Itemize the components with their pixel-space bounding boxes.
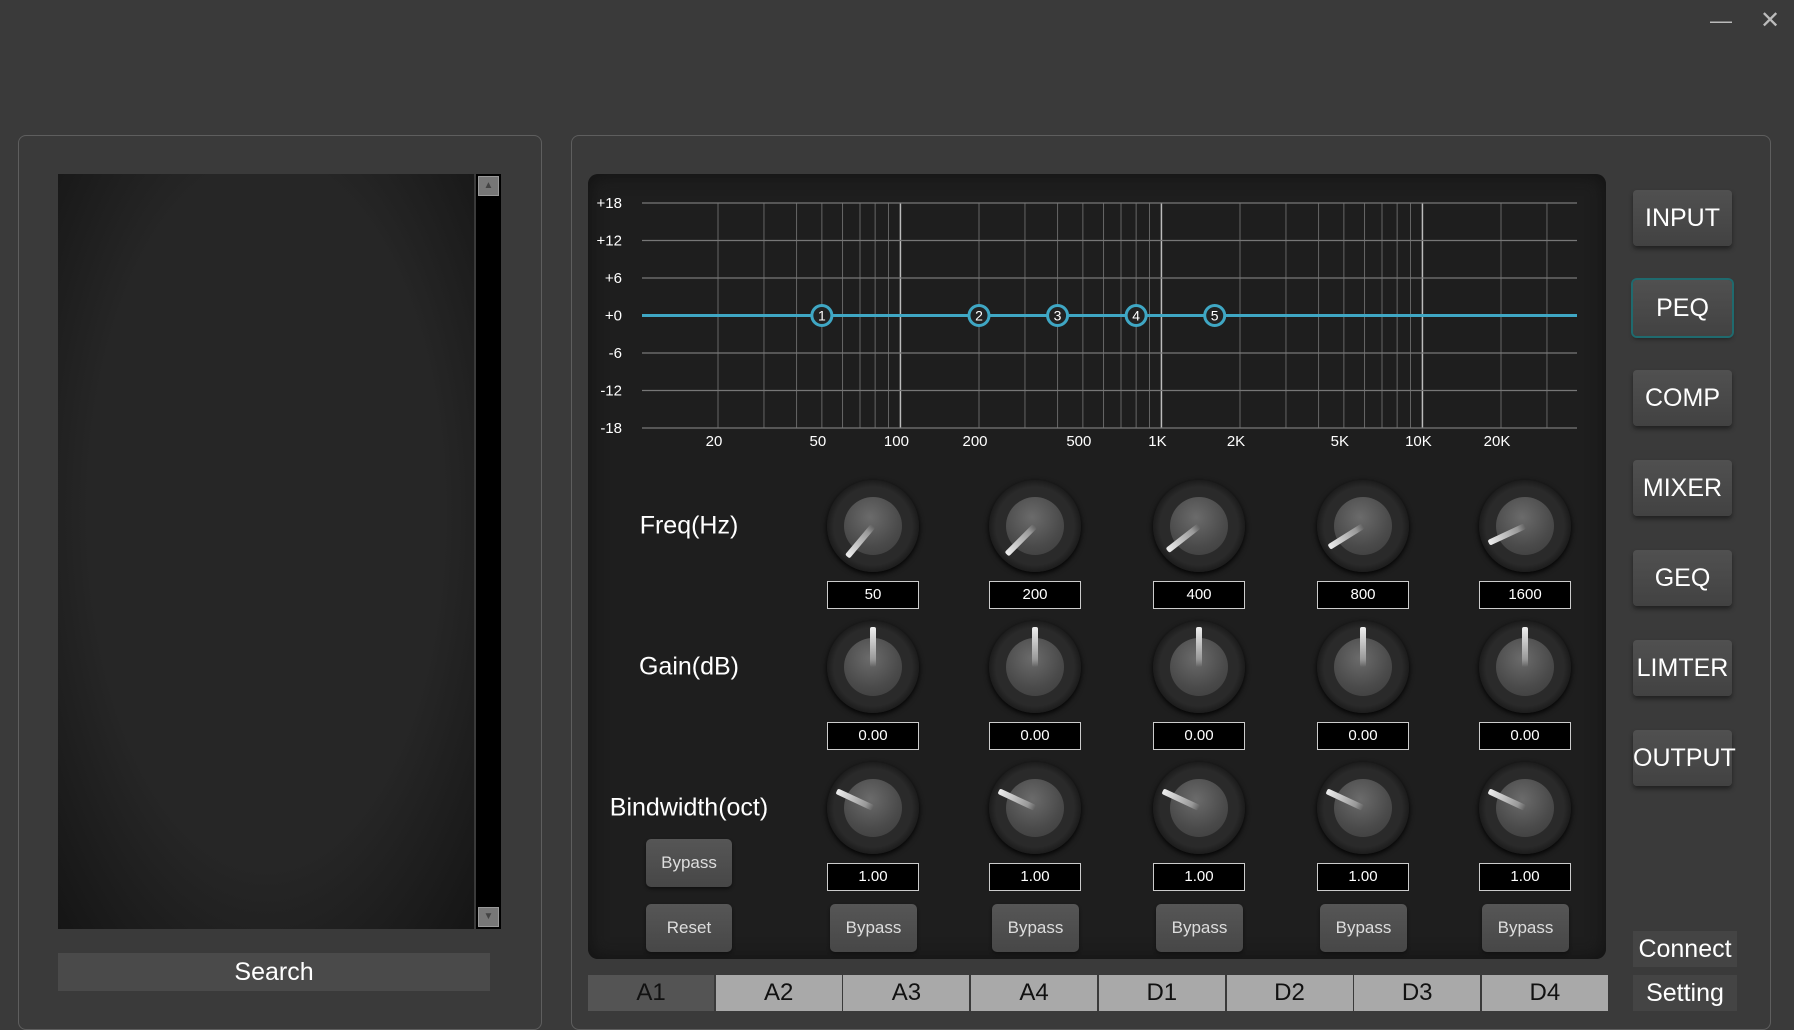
band-point-label: 2 bbox=[975, 308, 983, 324]
knob-cap bbox=[1496, 779, 1554, 837]
gain-knob[interactable] bbox=[827, 621, 919, 713]
x-tick-label: 2K bbox=[1227, 433, 1245, 450]
x-tick-label: 500 bbox=[1066, 433, 1091, 450]
freq-knob[interactable] bbox=[1153, 480, 1245, 572]
nav-geq-button[interactable]: GEQ bbox=[1633, 550, 1732, 606]
knob-cap bbox=[1170, 779, 1228, 837]
channel-tab-a2[interactable]: A2 bbox=[715, 975, 842, 1011]
channel-tab-d3[interactable]: D3 bbox=[1354, 975, 1481, 1011]
bw-value-field[interactable]: 1.00 bbox=[989, 863, 1081, 891]
nav-output-button[interactable]: OUTPUT bbox=[1633, 730, 1736, 786]
freq-value-field[interactable]: 800 bbox=[1317, 581, 1409, 609]
nav-comp-button[interactable]: COMP bbox=[1633, 370, 1732, 426]
setting-button[interactable]: Setting bbox=[1633, 975, 1737, 1011]
nav-mixer-button[interactable]: MIXER bbox=[1633, 460, 1732, 516]
freq-value-field[interactable]: 50 bbox=[827, 581, 919, 609]
freq-value-field[interactable]: 400 bbox=[1153, 581, 1245, 609]
gain-value-field[interactable]: 0.00 bbox=[1153, 722, 1245, 750]
freq-label: Freq(Hz) bbox=[639, 511, 739, 540]
bandwidth-knob[interactable] bbox=[1479, 762, 1571, 854]
freq-knob[interactable] bbox=[827, 480, 919, 572]
band-point-label: 3 bbox=[1054, 308, 1062, 324]
freq-knob[interactable] bbox=[1317, 480, 1409, 572]
knob-pointer bbox=[1196, 627, 1202, 667]
y-tick-label: -6 bbox=[609, 345, 622, 362]
bandwidth-knob[interactable] bbox=[989, 762, 1081, 854]
x-tick-label: 1K bbox=[1148, 433, 1166, 450]
bw-value-field[interactable]: 1.00 bbox=[1317, 863, 1409, 891]
y-tick-label: +6 bbox=[605, 270, 622, 287]
scroll-down-icon[interactable]: ▼ bbox=[478, 907, 499, 927]
x-tick-label: 5K bbox=[1331, 433, 1349, 450]
y-tick-label: +0 bbox=[605, 308, 622, 325]
y-tick-label: +12 bbox=[597, 233, 622, 250]
freq-knob[interactable] bbox=[1479, 480, 1571, 572]
bw-value-field[interactable]: 1.00 bbox=[1153, 863, 1245, 891]
y-tick-label: +18 bbox=[597, 195, 622, 212]
x-tick-label: 20 bbox=[706, 433, 723, 450]
knob-pointer bbox=[870, 627, 876, 667]
search-button[interactable]: Search bbox=[58, 953, 490, 991]
band-bypass-button[interactable]: Bypass bbox=[1320, 904, 1407, 952]
channel-tab-a1[interactable]: A1 bbox=[588, 975, 714, 1011]
knob-pointer bbox=[1360, 627, 1366, 667]
freq-value-field[interactable]: 1600 bbox=[1479, 581, 1571, 609]
nav-input-button[interactable]: INPUT bbox=[1633, 190, 1732, 246]
knob-cap bbox=[1006, 779, 1064, 837]
y-tick-label: -12 bbox=[600, 383, 622, 400]
gain-value-field[interactable]: 0.00 bbox=[989, 722, 1081, 750]
y-tick-label: -18 bbox=[600, 420, 622, 437]
x-tick-label: 20K bbox=[1484, 433, 1511, 450]
knob-pointer bbox=[1032, 627, 1038, 667]
bandwidth-knob[interactable] bbox=[1153, 762, 1245, 854]
nav-limter-button[interactable]: LIMTER bbox=[1633, 640, 1732, 696]
knob-pointer bbox=[1522, 627, 1528, 667]
x-tick-label: 10K bbox=[1405, 433, 1432, 450]
band-point-label: 4 bbox=[1132, 308, 1140, 324]
bandwidth-knob[interactable] bbox=[827, 762, 919, 854]
bw-value-field[interactable]: 1.00 bbox=[827, 863, 919, 891]
gain-label: Gain(dB) bbox=[638, 652, 740, 681]
gain-knob[interactable] bbox=[1479, 621, 1571, 713]
reset-button[interactable]: Reset bbox=[646, 904, 732, 952]
bw-value-field[interactable]: 1.00 bbox=[1479, 863, 1571, 891]
knob-cap bbox=[1334, 779, 1392, 837]
gain-knob[interactable] bbox=[1317, 621, 1409, 713]
channel-tab-d2[interactable]: D2 bbox=[1226, 975, 1353, 1011]
gain-knob[interactable] bbox=[1153, 621, 1245, 713]
x-tick-label: 100 bbox=[884, 433, 909, 450]
channel-tab-d1[interactable]: D1 bbox=[1098, 975, 1225, 1011]
x-tick-label: 50 bbox=[810, 433, 827, 450]
band-point-label: 5 bbox=[1211, 308, 1219, 324]
gain-value-field[interactable]: 0.00 bbox=[827, 722, 919, 750]
bandwidth-knob[interactable] bbox=[1317, 762, 1409, 854]
gain-value-field[interactable]: 0.00 bbox=[1479, 722, 1571, 750]
channel-tab-a3[interactable]: A3 bbox=[843, 975, 970, 1011]
nav-peq-button[interactable]: PEQ bbox=[1633, 280, 1732, 336]
connect-button[interactable]: Connect bbox=[1633, 931, 1737, 967]
band-bypass-button[interactable]: Bypass bbox=[1156, 904, 1243, 952]
gain-knob[interactable] bbox=[989, 621, 1081, 713]
knob-cap bbox=[844, 779, 902, 837]
band-point-label: 1 bbox=[818, 308, 826, 324]
bandwidth-label: Bindwidth(oct) bbox=[609, 793, 769, 822]
global-bypass-button[interactable]: Bypass bbox=[646, 839, 732, 887]
band-bypass-button[interactable]: Bypass bbox=[992, 904, 1079, 952]
band-bypass-button[interactable]: Bypass bbox=[830, 904, 917, 952]
eq-chart[interactable]: +18 +12 +6 +0 -6 -12 -18 20 50 100 200 500 1K 2K 5K 10K… bbox=[0, 0, 1794, 470]
x-tick-label: 200 bbox=[962, 433, 987, 450]
channel-tab-a4[interactable]: A4 bbox=[971, 975, 1098, 1011]
freq-value-field[interactable]: 200 bbox=[989, 581, 1081, 609]
band-bypass-button[interactable]: Bypass bbox=[1482, 904, 1569, 952]
freq-knob[interactable] bbox=[989, 480, 1081, 572]
channel-tab-d4[interactable]: D4 bbox=[1481, 975, 1608, 1011]
gain-value-field[interactable]: 0.00 bbox=[1317, 722, 1409, 750]
